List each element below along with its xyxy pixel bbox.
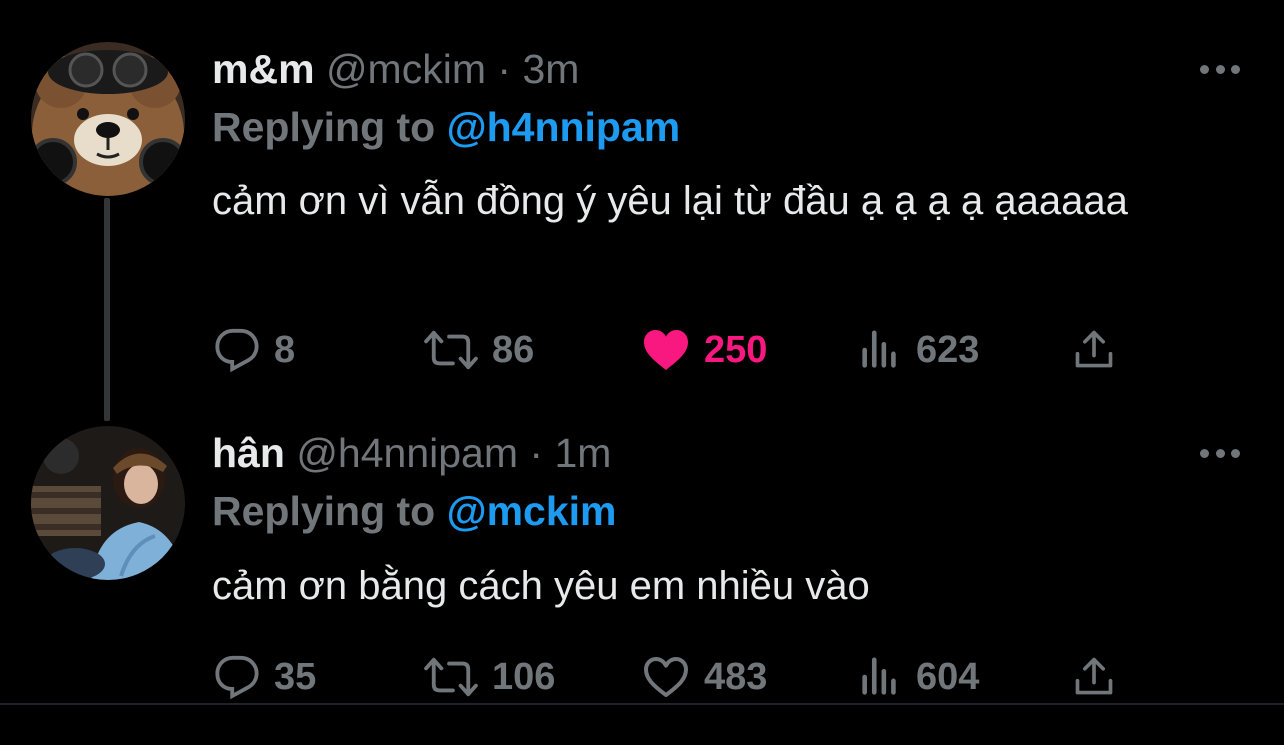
retweet-count: 106	[492, 655, 556, 698]
views-button[interactable]: 623	[858, 325, 979, 375]
retweet-icon	[424, 657, 478, 697]
divider	[0, 703, 1284, 705]
share-button[interactable]	[1072, 652, 1116, 702]
more-dot	[1231, 448, 1240, 458]
mention-link[interactable]: @h4nnipam	[447, 104, 681, 150]
avatar[interactable]	[31, 426, 185, 580]
tweet-header: hân @h4nnipam · 1m	[212, 428, 611, 478]
share-icon	[1075, 330, 1113, 368]
separator: ·	[529, 430, 544, 476]
reply-icon	[215, 328, 259, 373]
reply-count: 35	[274, 655, 317, 698]
views-count: 604	[916, 655, 980, 698]
user-handle[interactable]: @mckim	[326, 46, 486, 92]
like-count: 250	[704, 328, 768, 371]
tweet[interactable]: m&m @mckim · 3m Replying to @h4nnipam cả…	[0, 0, 1284, 421]
more-dot	[1215, 64, 1225, 74]
replying-to: Replying to @mckim	[212, 486, 617, 536]
user-handle[interactable]: @h4nnipam	[296, 430, 518, 476]
reply-count: 8	[274, 328, 296, 371]
more-icon[interactable]	[1200, 63, 1240, 75]
more-dot	[1200, 448, 1209, 458]
like-button[interactable]: 250	[642, 325, 767, 375]
teddy-bear-avatar-icon	[31, 42, 185, 196]
tweet-text: cảm ơn bằng cách yêu em nhiều vào	[212, 564, 870, 608]
retweet-button[interactable]: 86	[424, 325, 534, 375]
timestamp[interactable]: 3m	[522, 46, 579, 92]
more-dot	[1215, 448, 1225, 458]
replying-prefix: Replying to	[212, 488, 436, 534]
replying-prefix: Replying to	[212, 104, 436, 150]
user-photo-avatar-icon	[31, 426, 185, 580]
reply-button[interactable]: 35	[214, 652, 316, 702]
avatar[interactable]	[31, 42, 185, 196]
mention-link[interactable]: @mckim	[447, 488, 617, 534]
retweet-icon	[424, 330, 478, 370]
retweet-button[interactable]: 106	[424, 652, 555, 702]
reply-button[interactable]: 8	[214, 325, 295, 375]
share-button[interactable]	[1072, 325, 1116, 375]
views-count: 623	[916, 328, 980, 371]
more-dot	[1231, 64, 1240, 74]
like-count: 483	[704, 655, 768, 698]
more-dot	[1200, 64, 1209, 74]
thread-line	[104, 198, 110, 421]
views-icon	[862, 657, 896, 695]
tweet-text: cảm ơn vì vẫn đồng ý yêu lại từ đầu ạ ạ …	[212, 179, 1128, 223]
tweet[interactable]: hân @h4nnipam · 1m Replying to @mckim cả…	[0, 420, 1284, 703]
retweet-count: 86	[492, 328, 535, 371]
reply-icon	[215, 655, 259, 700]
replying-to: Replying to @h4nnipam	[212, 102, 680, 152]
separator: ·	[497, 46, 512, 92]
heart-icon	[644, 330, 688, 370]
display-name[interactable]: m&m	[212, 46, 315, 92]
timestamp[interactable]: 1m	[554, 430, 611, 476]
display-name[interactable]: hân	[212, 430, 285, 476]
tweet-header: m&m @mckim · 3m	[212, 44, 579, 94]
heart-icon	[644, 657, 688, 697]
share-icon	[1075, 657, 1113, 695]
like-button[interactable]: 483	[642, 652, 767, 702]
views-icon	[862, 330, 896, 368]
more-icon[interactable]	[1200, 447, 1240, 459]
views-button[interactable]: 604	[858, 652, 979, 702]
